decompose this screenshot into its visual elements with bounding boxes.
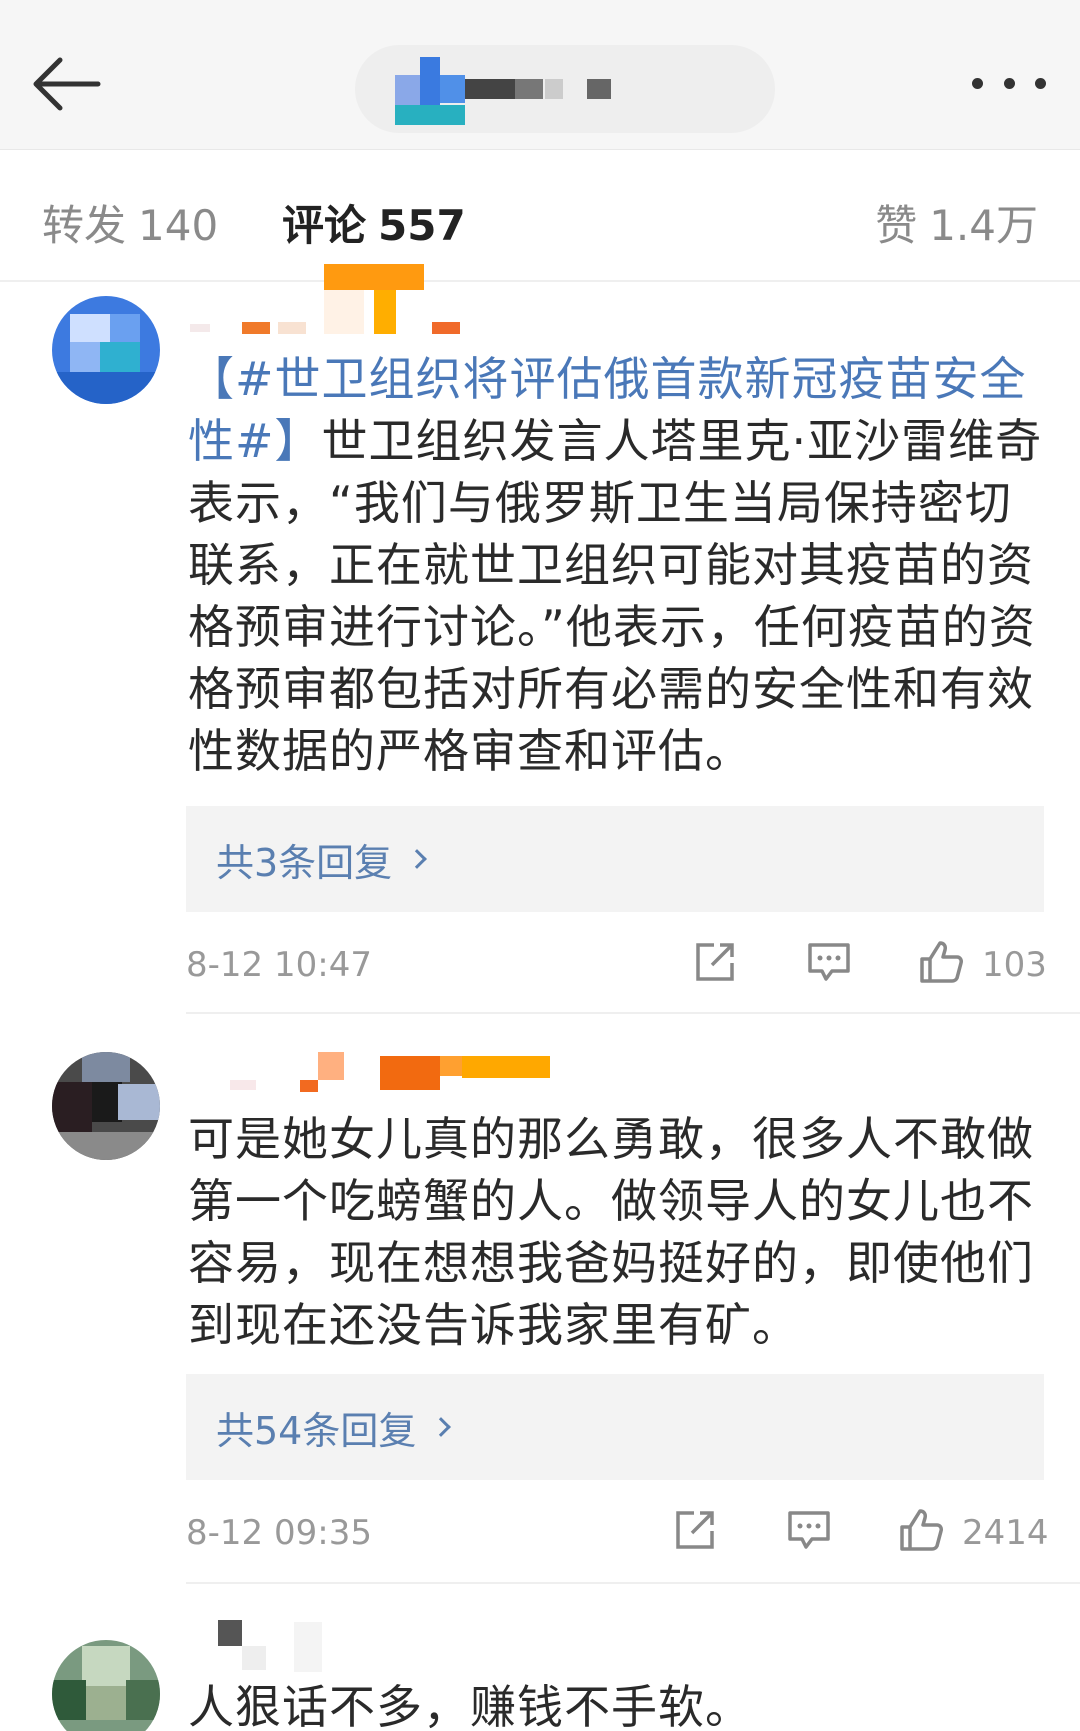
comment-text: 【#世卫组织将评估俄首款新冠疫苗安全性#】世卫组织发言人塔里克·亚沙雷维奇表示，… [188, 348, 1048, 782]
thumbs-up-icon [900, 1509, 943, 1551]
tab-likes-label: 赞 [875, 201, 918, 250]
like-count: 103 [982, 945, 1047, 985]
tab-bar: 转发 140 评论 557 赞 1.4万 [0, 150, 1080, 280]
tab-comments-label: 评论 [282, 201, 367, 250]
comment-text: 人狠话不多，赚钱不手软。 [188, 1676, 1048, 1731]
pixelated-avatar-image [52, 296, 160, 404]
comment-body: 可是她女儿真的那么勇敢，很多人不敢做第一个吃螃蟹的人。做领导人的女儿也不容易，现… [188, 1112, 1034, 1352]
more-dot [1003, 77, 1015, 89]
pixelated-username-image [190, 264, 460, 334]
tab-likes-count: 1.4万 [929, 201, 1038, 250]
comment-icon [788, 1511, 830, 1549]
divider [186, 1582, 1080, 1584]
share-button[interactable] [690, 937, 740, 987]
comment-time: 8-12 10:47 [186, 945, 372, 985]
comment-body: 人狠话不多，赚钱不手软。 [188, 1680, 752, 1731]
pixelated-avatar-image [52, 1640, 160, 1731]
more-dot [1035, 77, 1046, 89]
page-title-obscured [355, 45, 775, 133]
comment-meta: 8-12 10:47 103 [186, 935, 1047, 995]
avatar[interactable] [52, 296, 160, 404]
reply-button[interactable] [784, 1505, 834, 1555]
like-button[interactable] [916, 937, 966, 987]
tab-comments[interactable]: 评论 557 [282, 192, 466, 252]
username-obscured[interactable] [214, 1620, 334, 1680]
comment-body: 世卫组织发言人塔里克·亚沙雷维奇表示，“我们与俄罗斯卫生当局保持密切联系，正在就… [188, 414, 1043, 778]
divider [0, 280, 1080, 282]
username-obscured[interactable] [190, 264, 490, 338]
chevron-right-icon [407, 849, 428, 869]
comment-time: 8-12 09:35 [186, 1513, 372, 1553]
tab-reposts-label: 转发 [42, 201, 127, 250]
comment-icon [808, 943, 850, 981]
comment-text: 可是她女儿真的那么勇敢，很多人不敢做第一个吃螃蟹的人。做领导人的女儿也不容易，现… [188, 1108, 1048, 1356]
like-count: 2414 [962, 1513, 1049, 1553]
like-button[interactable] [896, 1505, 946, 1555]
comment-meta: 8-12 09:35 2414 [186, 1503, 1049, 1563]
thumbs-up-icon [920, 941, 963, 983]
tab-comments-count: 557 [378, 201, 466, 250]
share-icon [696, 943, 734, 981]
replies-count-label: 共3条回复 [216, 840, 393, 885]
tab-likes[interactable]: 赞 1.4万 [875, 192, 1038, 252]
view-replies-button[interactable]: 共3条回复 [186, 806, 1044, 912]
pixelated-username-image [230, 1052, 550, 1092]
reply-button[interactable] [804, 937, 854, 987]
pixelated-title-image [395, 57, 611, 125]
share-icon [676, 1511, 714, 1549]
share-button[interactable] [670, 1505, 720, 1555]
tab-reposts-count: 140 [138, 201, 219, 250]
arrow-left-icon [33, 57, 101, 111]
pixelated-username-image [218, 1620, 322, 1672]
more-dot [972, 77, 983, 89]
top-navigation-bar [0, 0, 1080, 150]
tab-reposts[interactable]: 转发 140 [42, 192, 218, 252]
replies-count-label: 共54条回复 [216, 1408, 417, 1453]
back-button[interactable] [28, 52, 104, 116]
avatar[interactable] [52, 1052, 160, 1160]
pixelated-avatar-image [52, 1052, 160, 1160]
username-obscured[interactable] [230, 1052, 550, 1098]
divider [186, 1012, 1080, 1014]
view-replies-button[interactable]: 共54条回复 [186, 1374, 1044, 1480]
more-options-button[interactable] [966, 58, 1052, 108]
chevron-right-icon [431, 1417, 452, 1437]
avatar[interactable] [52, 1640, 160, 1731]
